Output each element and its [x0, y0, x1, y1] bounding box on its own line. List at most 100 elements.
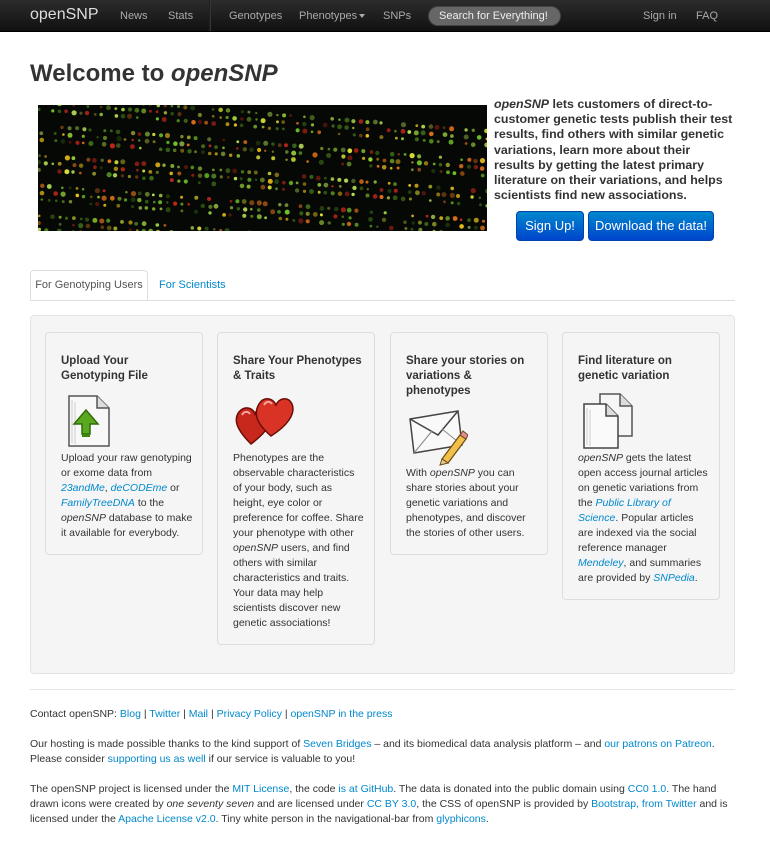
- inline-link[interactable]: Seven Bridges: [303, 738, 371, 750]
- inline-link[interactable]: CC BY 3.0: [367, 798, 416, 810]
- text-run: Contact openSNP:: [30, 708, 120, 720]
- search-input[interactable]: Search for Everything!: [428, 6, 561, 26]
- microarray-spot: [340, 207, 346, 213]
- inline-link[interactable]: our patrons on Patreon: [604, 738, 711, 750]
- microarray-spot: [92, 171, 96, 176]
- microarray-spot: [282, 180, 286, 185]
- inline-link[interactable]: supporting us as well: [108, 753, 206, 765]
- microarray-spot: [306, 160, 309, 163]
- nav-news[interactable]: News: [120, 10, 148, 22]
- inline-link[interactable]: Mail: [189, 708, 208, 720]
- microarray-spot: [84, 110, 90, 116]
- microarray-spot: [473, 225, 478, 230]
- microarray-spot: [39, 190, 45, 196]
- microarray-spot: [275, 127, 279, 131]
- inline-link[interactable]: SNPedia: [653, 572, 694, 584]
- text-run: users, and find others with similar char…: [233, 542, 350, 629]
- inline-link[interactable]: 23andMe: [61, 482, 105, 494]
- inline-link[interactable]: Bootstrap, from Twitter: [591, 798, 696, 810]
- microarray-spot: [393, 188, 398, 193]
- text-run: Our hosting is made possible thanks to t…: [30, 738, 304, 750]
- inline-link[interactable]: Twitter: [149, 708, 180, 720]
- inline-link[interactable]: FamilyTreeDNA: [61, 497, 135, 509]
- microarray-spot: [441, 192, 447, 198]
- microarray-spot: [389, 166, 393, 170]
- inline-link[interactable]: openSNP in the press: [291, 708, 393, 720]
- nav-stats[interactable]: Stats: [168, 10, 193, 22]
- microarray-spot: [58, 222, 62, 226]
- microarray-spot: [130, 197, 136, 203]
- nav-phenotypes-dropdown[interactable]: Phenotypes: [299, 10, 366, 22]
- microarray-spot: [383, 211, 387, 215]
- microarray-spot: [225, 115, 229, 120]
- microarray-spot: [365, 193, 370, 198]
- microarray-spot: [201, 144, 206, 149]
- nav-sign-in[interactable]: Sign in: [643, 10, 677, 22]
- microarray-spot: [193, 209, 198, 214]
- sign-up-button[interactable]: Sign Up!: [516, 211, 584, 241]
- inline-link[interactable]: deCODEme: [111, 482, 168, 494]
- microarray-spot: [164, 132, 171, 139]
- microarray-spot: [116, 136, 122, 142]
- microarray-spot: [163, 111, 168, 115]
- microarray-spot: [130, 130, 136, 136]
- download-data-button[interactable]: Download the data!: [588, 211, 714, 241]
- microarray-spot: [351, 178, 356, 184]
- inline-link[interactable]: Mendeley: [578, 557, 624, 569]
- microarray-spot: [134, 161, 140, 167]
- card-title: Upload Your Genotyping File: [61, 355, 148, 382]
- nav-faq[interactable]: FAQ: [696, 10, 718, 22]
- microarray-spot: [39, 137, 45, 143]
- tab-scientists[interactable]: For Scientists: [159, 279, 226, 291]
- microarray-spot: [417, 167, 422, 172]
- inline-link[interactable]: Blog: [120, 708, 141, 720]
- inline-link[interactable]: glyphicons: [436, 813, 486, 825]
- microarray-spot: [256, 155, 261, 160]
- text-run: , the code: [289, 783, 339, 795]
- microarray-spot: [411, 214, 414, 218]
- microarray-spot: [128, 228, 132, 231]
- microarray-spot: [109, 129, 113, 133]
- microarray-spot: [213, 203, 219, 209]
- microarray-spot: [445, 162, 450, 168]
- microarray-spot: [109, 195, 115, 201]
- microarray-spot: [214, 152, 218, 156]
- microarray-spot: [170, 111, 174, 116]
- microarray-spot: [225, 108, 231, 113]
- microarray-spot: [177, 165, 180, 169]
- tab-genotyping-users[interactable]: For Genotyping Users: [30, 270, 148, 300]
- microarray-spot: [302, 121, 307, 127]
- microarray-spot: [403, 220, 407, 224]
- microarray-spot: [295, 181, 299, 185]
- features-panel: Upload Your Genotyping File Upload your …: [30, 315, 735, 674]
- microarray-spot: [57, 109, 62, 114]
- inline-link[interactable]: Privacy Policy: [217, 708, 282, 720]
- microarray-spot: [327, 147, 331, 151]
- nav-snps[interactable]: SNPs: [383, 10, 411, 22]
- microarray-spot: [320, 146, 324, 151]
- microarray-spot: [148, 170, 153, 174]
- microarray-spot: [135, 175, 139, 179]
- feature-card-upload: Upload Your Genotyping File Upload your …: [45, 332, 203, 555]
- nav-genotypes[interactable]: Genotypes: [229, 10, 282, 22]
- inline-link[interactable]: Apache License v2.0: [118, 813, 215, 825]
- inline-link[interactable]: CC0 1.0: [628, 783, 667, 795]
- microarray-spot: [211, 108, 215, 111]
- microarray-spot: [312, 212, 318, 217]
- brand-link[interactable]: openSNP: [30, 6, 99, 24]
- microarray-spot: [137, 197, 142, 203]
- microarray-spot: [80, 217, 83, 221]
- microarray-spot: [379, 135, 384, 140]
- microarray-spot: [414, 183, 419, 188]
- microarray-spot: [436, 140, 440, 144]
- microarray-spot: [485, 204, 487, 208]
- microarray-spot: [97, 195, 100, 199]
- microarray-spot: [163, 105, 167, 108]
- microarray-spot: [190, 226, 195, 230]
- microarray-spot: [101, 141, 107, 147]
- microarray-spot: [382, 158, 387, 163]
- microarray-spot: [333, 214, 338, 219]
- inline-link[interactable]: is at GitHub: [338, 783, 393, 795]
- inline-link[interactable]: MIT License: [232, 783, 289, 795]
- microarray-spot: [381, 165, 387, 170]
